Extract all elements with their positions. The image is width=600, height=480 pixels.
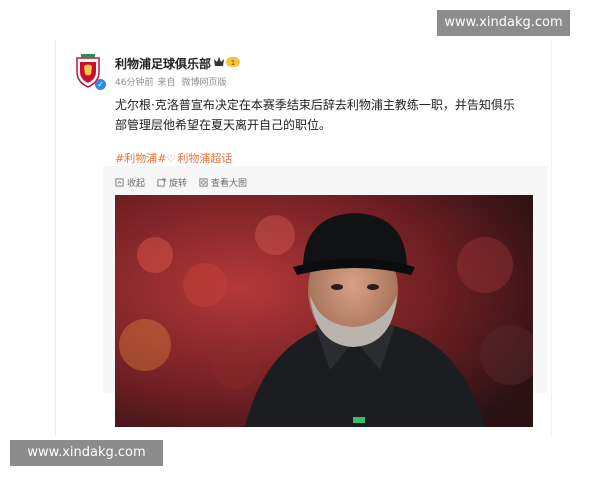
rotate-button[interactable]: 旋转 <box>157 176 187 189</box>
post-text: 尤尔根·克洛普宣布决定在本赛季结束后辞去利物浦主教练一职，并告知俱乐部管理层他希… <box>115 98 515 132</box>
hashtag-liverpool[interactable]: #利物浦# <box>115 152 166 165</box>
watermark-top: www.xindakg.com <box>437 10 570 36</box>
collapse-label: 收起 <box>127 179 146 189</box>
collapse-button[interactable]: 收起 <box>115 176 145 189</box>
post-meta: 46分钟前 来自 微博网页版 <box>115 75 230 88</box>
post-photo[interactable] <box>115 195 533 427</box>
member-badge-icon[interactable]: 1 <box>213 56 241 68</box>
view-large-label: 查看大图 <box>211 179 248 189</box>
verified-icon: ✓ <box>95 79 106 90</box>
view-large-icon <box>199 178 208 187</box>
watermark-bottom: www.xindakg.com <box>10 440 163 466</box>
svg-text:1: 1 <box>231 59 235 67</box>
rotate-label: 旋转 <box>169 179 188 189</box>
source-prefix: 来自 <box>157 78 176 88</box>
supertopic-link[interactable]: 利物浦超话 <box>177 152 232 165</box>
collapse-icon <box>115 178 124 187</box>
post-time[interactable]: 46分钟前 <box>115 78 153 88</box>
post-source[interactable]: 微博网页版 <box>181 78 226 88</box>
image-toolbar: 收起 旋转 查看大图 <box>115 176 247 189</box>
supertopic-icon: ♡ <box>166 154 176 165</box>
view-large-button[interactable]: 查看大图 <box>199 176 247 189</box>
author-name[interactable]: 利物浦足球俱乐部 <box>115 55 211 72</box>
hashtags: #利物浦#♡ 利物浦超话 <box>115 150 232 166</box>
rotate-icon <box>157 178 166 187</box>
